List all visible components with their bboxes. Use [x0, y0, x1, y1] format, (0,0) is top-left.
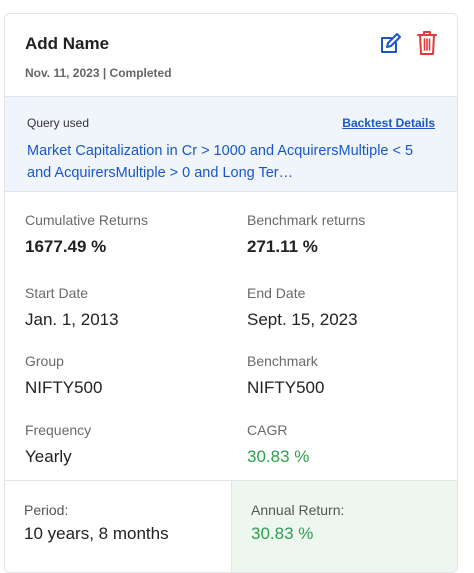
benchmark-label: Benchmark — [247, 353, 318, 369]
annual-return-label: Annual Return: — [251, 502, 345, 518]
end-date-value: Sept. 15, 2023 — [247, 310, 358, 329]
edit-icon[interactable] — [378, 32, 402, 56]
query-label: Query used — [27, 116, 90, 130]
start-date-field: Start Date Jan. 1, 2013 — [25, 284, 119, 331]
end-date-label: End Date — [247, 285, 306, 301]
end-date-field: End Date Sept. 15, 2023 — [247, 284, 358, 331]
cumulative-returns-value: 1677.49 % — [25, 237, 107, 256]
card-header: Add Name Nov. 11, 2023 | Completed — [5, 14, 457, 96]
frequency-field: Frequency Yearly — [25, 421, 91, 468]
benchmark-returns-label: Benchmark returns — [247, 212, 366, 228]
start-date-value: Jan. 1, 2013 — [25, 310, 119, 329]
cagr-field: CAGR 30.83 % — [247, 421, 309, 468]
backtest-details-link[interactable]: Backtest Details — [342, 116, 435, 130]
period-box: Period: 10 years, 8 months — [5, 481, 231, 572]
query-section: Query used Backtest Details Market Capit… — [5, 96, 457, 192]
frequency-value: Yearly — [25, 447, 72, 466]
query-text: Market Capitalization in Cr > 1000 and A… — [27, 143, 414, 181]
period-label: Period: — [24, 502, 69, 518]
benchmark-returns-field: Benchmark returns 271.11 % — [247, 211, 365, 258]
group-field: Group NIFTY500 — [25, 352, 102, 399]
annual-return-box: Annual Return: 30.83 % — [231, 481, 457, 572]
group-value: NIFTY500 — [25, 378, 103, 397]
benchmark-returns-value: 271.11 % — [247, 237, 318, 256]
frequency-label: Frequency — [25, 422, 92, 438]
group-label: Group — [25, 353, 64, 369]
benchmark-field: Benchmark NIFTY500 — [247, 352, 324, 399]
benchmark-value: NIFTY500 — [247, 378, 325, 397]
annual-return-value: 30.83 % — [251, 524, 314, 543]
cagr-value: 30.83 % — [247, 447, 310, 466]
card-title: Add Name — [25, 34, 110, 53]
summary-footer: Period: 10 years, 8 months Annual Return… — [5, 480, 457, 572]
start-date-label: Start Date — [25, 285, 89, 301]
cumulative-returns-field: Cumulative Returns 1677.49 % — [25, 211, 148, 258]
period-value: 10 years, 8 months — [24, 524, 169, 543]
cumulative-returns-label: Cumulative Returns — [25, 212, 148, 228]
cagr-label: CAGR — [247, 422, 288, 438]
backtest-card: Add Name Nov. 11, 2023 | Completed Query… — [4, 13, 458, 573]
card-subtitle: Nov. 11, 2023 | Completed — [25, 66, 172, 80]
trash-icon[interactable] — [416, 30, 438, 56]
